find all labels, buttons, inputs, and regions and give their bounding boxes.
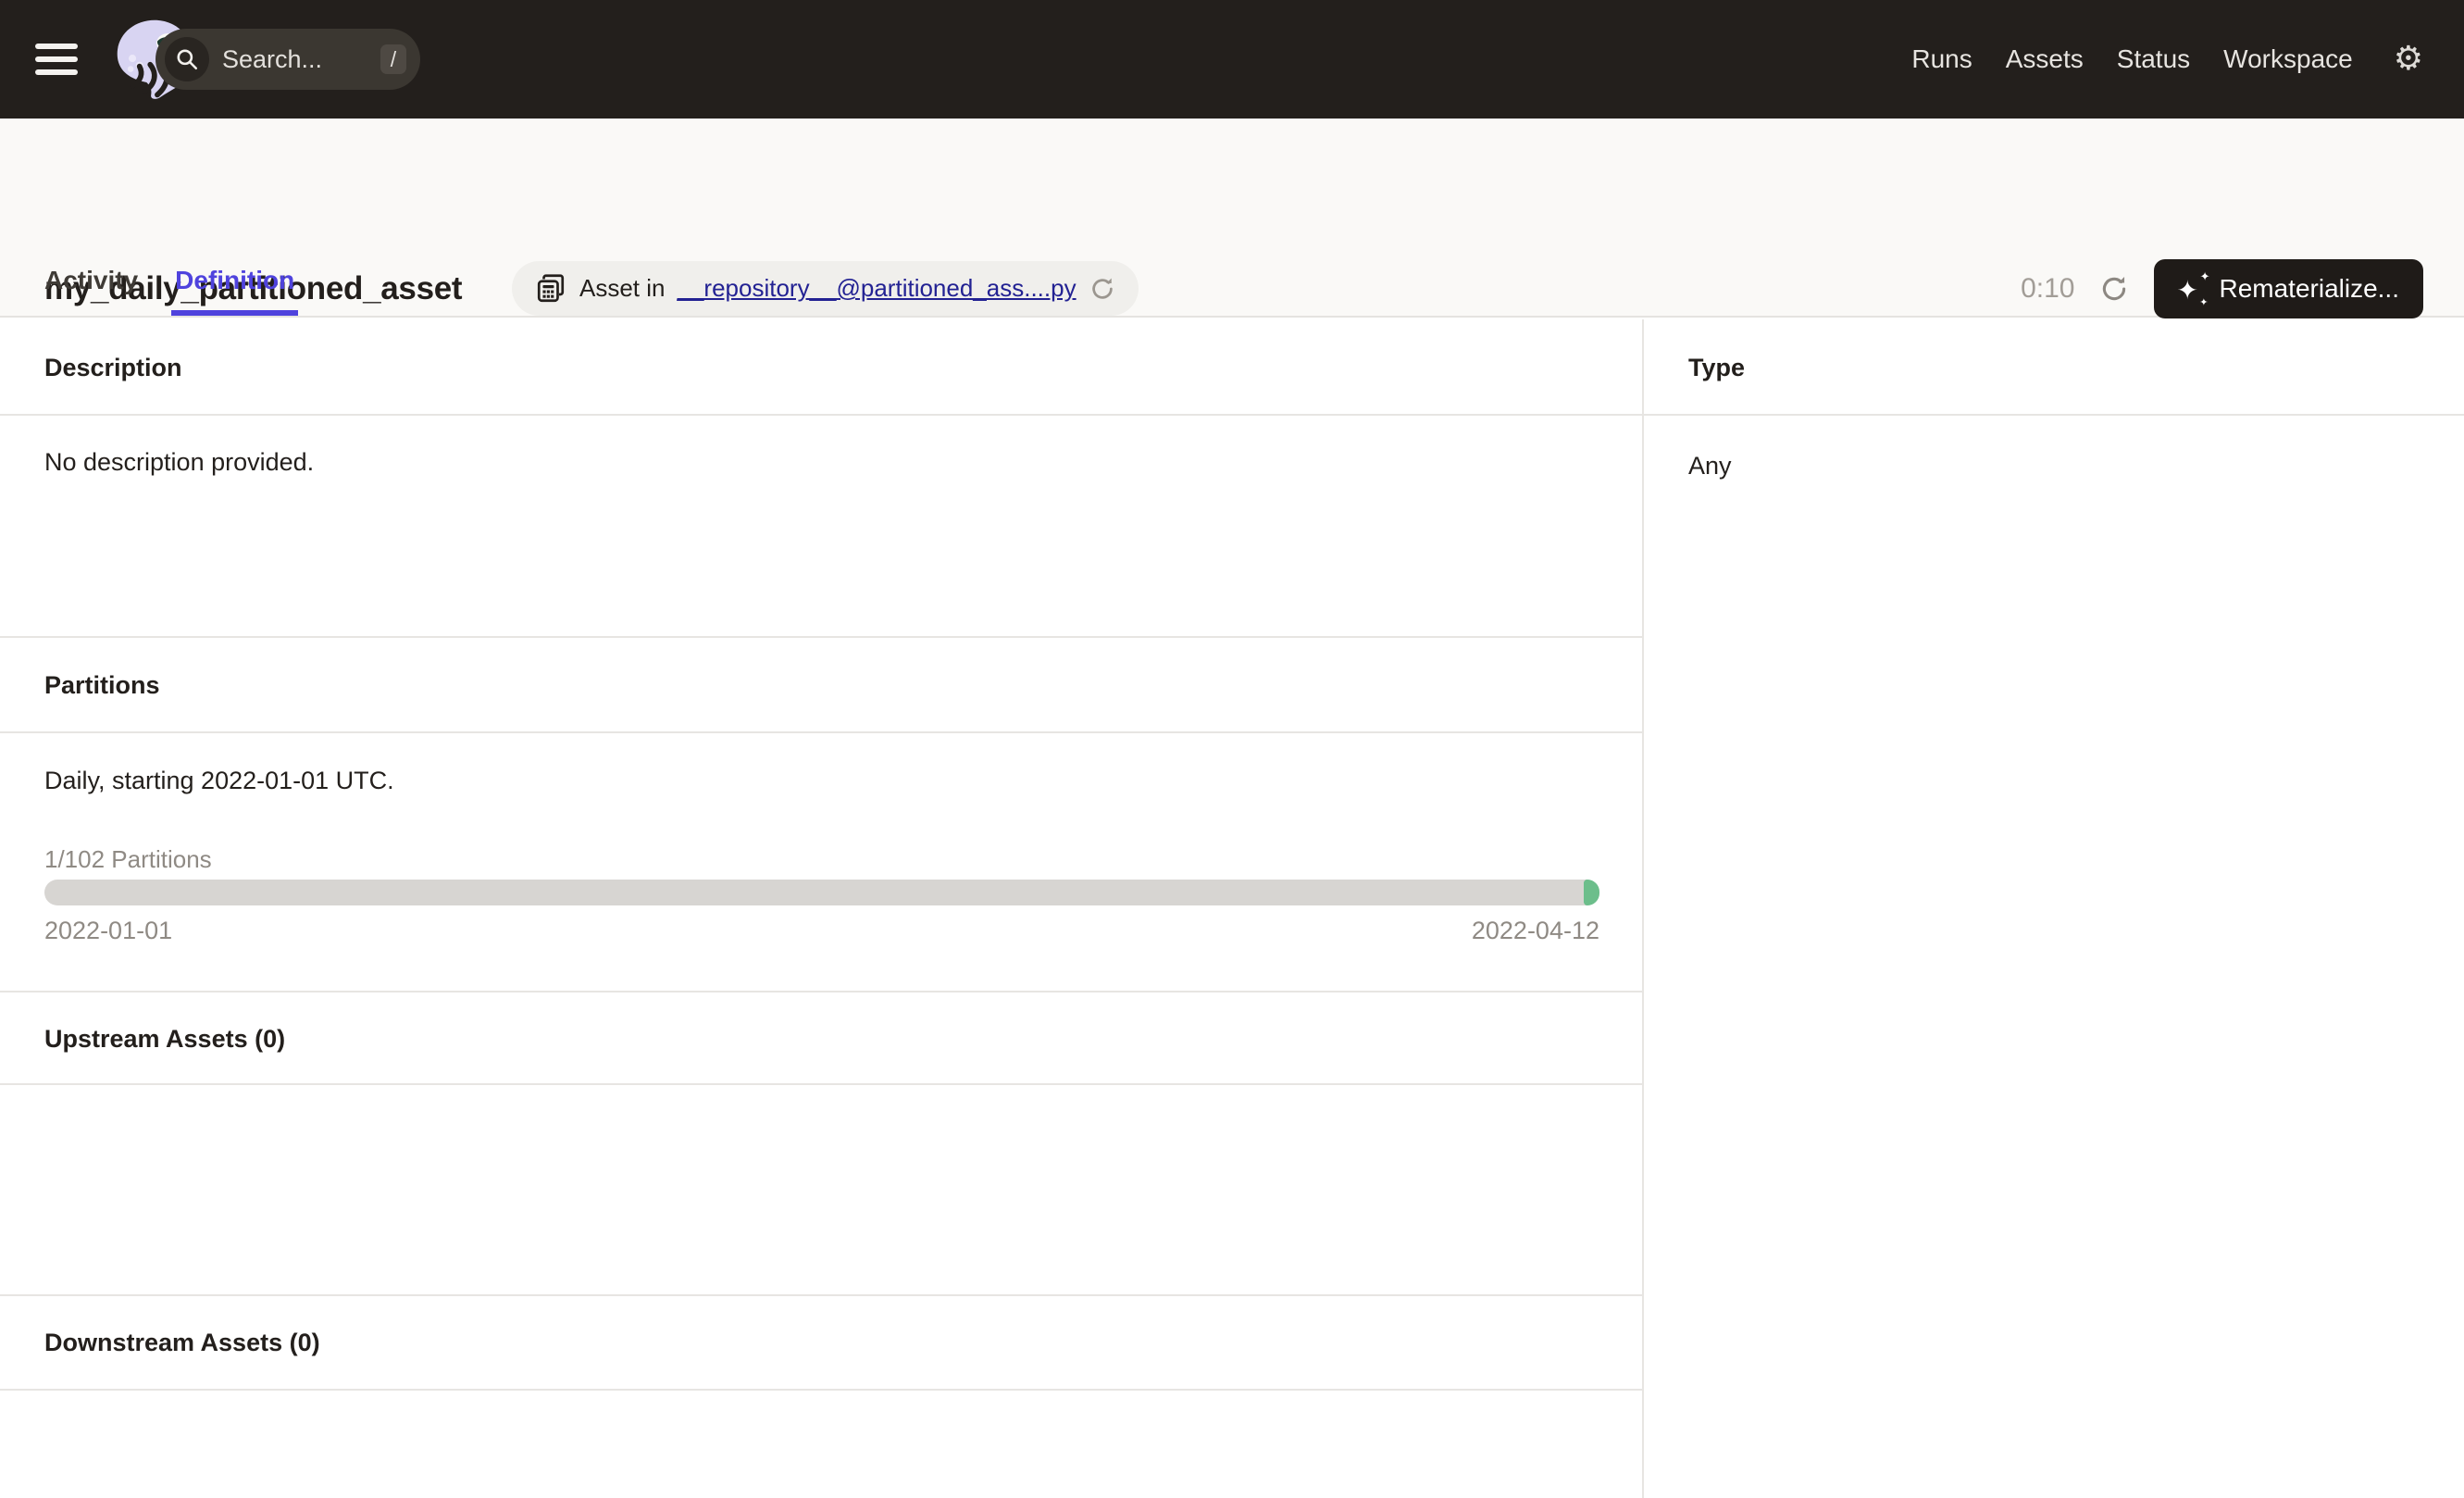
nav-item-assets[interactable]: Assets	[2006, 44, 2084, 74]
repository-link[interactable]: __repository__@partitioned_ass....py	[678, 274, 1076, 303]
refresh-icon[interactable]	[2098, 273, 2130, 305]
rematerialize-label: Rematerialize...	[2219, 274, 2399, 304]
nav-item-runs[interactable]: Runs	[1911, 44, 1972, 74]
nav-item-workspace[interactable]: Workspace	[2223, 44, 2353, 74]
search-shortcut-key: /	[380, 44, 406, 74]
partition-count: 1/102 Partitions	[44, 845, 212, 874]
divider	[0, 414, 1642, 416]
asset-location-pill: Asset in __repository__@partitioned_ass.…	[512, 261, 1139, 316]
partition-schedule: Daily, starting 2022-01-01 UTC.	[44, 767, 394, 795]
divider	[0, 636, 1642, 638]
nav-item-status[interactable]: Status	[2117, 44, 2190, 74]
column-divider	[1642, 319, 1644, 1498]
divider	[0, 731, 1642, 733]
divider	[1644, 414, 2464, 416]
type-section-title: Type	[1688, 354, 1745, 382]
global-search: /	[156, 29, 420, 90]
asset-tabs: Activity Definition	[44, 266, 294, 316]
nav-links: Runs Assets Status Workspace ⚙	[1911, 0, 2423, 119]
tab-definition[interactable]: Definition	[175, 266, 294, 316]
asset-page-header: my_daily_partitioned_asset Asset in __re…	[0, 119, 2464, 318]
divider	[0, 1389, 1642, 1391]
hamburger-menu-icon[interactable]	[35, 44, 78, 75]
description-section-title: Description	[44, 354, 182, 382]
divider	[0, 991, 1642, 992]
type-value: Any	[1688, 452, 1732, 481]
reload-repository-icon[interactable]	[1089, 275, 1116, 303]
divider	[0, 1083, 1642, 1085]
search-input[interactable]	[222, 29, 342, 90]
description-body: No description provided.	[44, 448, 314, 477]
header-actions: 0:10 ✦✦✦ Rematerialize...	[2021, 248, 2423, 330]
partition-progress-bar	[44, 880, 1599, 905]
search-icon	[165, 37, 209, 81]
downstream-section-title: Downstream Assets (0)	[44, 1329, 320, 1357]
asset-group-icon	[534, 272, 567, 306]
tab-activity[interactable]: Activity	[44, 266, 138, 316]
refresh-countdown: 0:10	[2021, 273, 2074, 305]
upstream-section-title: Upstream Assets (0)	[44, 1025, 285, 1054]
partition-range: 2022-01-01 2022-04-12	[44, 917, 1599, 945]
partition-progress-fill	[1584, 880, 1599, 905]
sparkle-icon: ✦✦✦	[2178, 273, 2206, 305]
partitions-section-title: Partitions	[44, 671, 160, 700]
dagster-asset-page: / Runs Assets Status Workspace ⚙ my_dail…	[0, 0, 2464, 1498]
definition-content: Description No description provided. Par…	[0, 319, 2464, 1498]
partition-range-end: 2022-04-12	[1472, 917, 1599, 945]
settings-gear-icon[interactable]: ⚙	[2394, 43, 2423, 76]
asset-in-label: Asset in	[579, 274, 666, 303]
rematerialize-button[interactable]: ✦✦✦ Rematerialize...	[2154, 259, 2423, 318]
divider	[0, 1294, 1642, 1296]
partition-range-start: 2022-01-01	[44, 917, 172, 945]
top-nav-bar: / Runs Assets Status Workspace ⚙	[0, 0, 2464, 119]
